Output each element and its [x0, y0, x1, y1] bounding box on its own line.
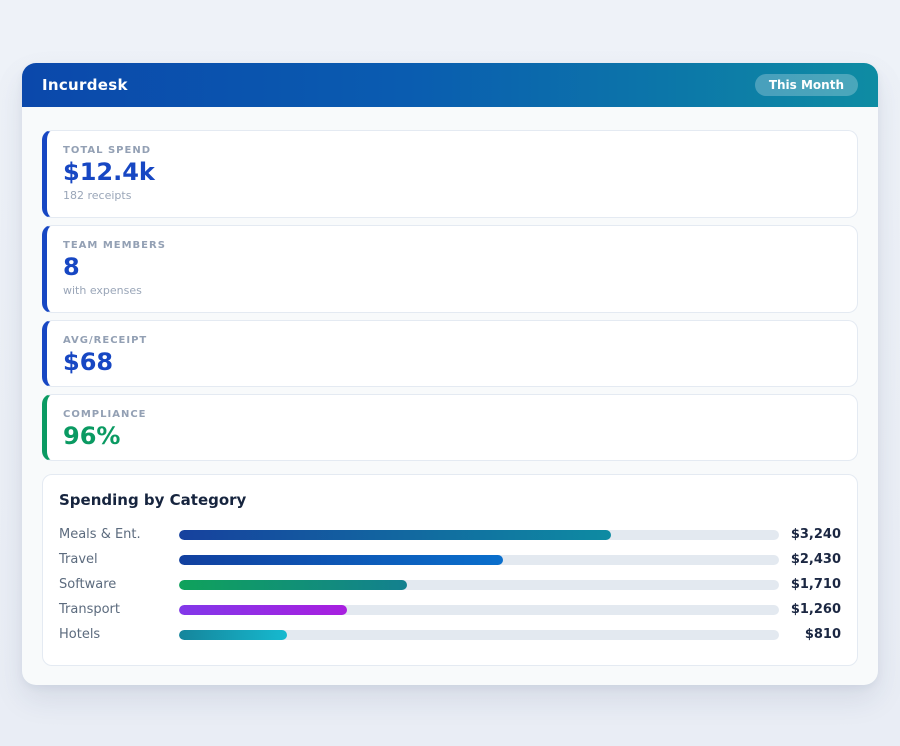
dashboard-body: TOTAL SPEND $12.4k 182 receipts TEAM MEM…: [22, 107, 878, 666]
bar-fill-software: [179, 580, 407, 590]
chart-row-hotels: Hotels $810: [59, 622, 841, 647]
category-value: $3,240: [779, 527, 841, 542]
category-value: $1,260: [779, 602, 841, 617]
stat-value: 96%: [63, 423, 841, 451]
app-header: Incurdesk This Month: [22, 63, 878, 107]
chart-row-software: Software $1,710: [59, 572, 841, 597]
chart-row-meals: Meals & Ent. $3,240: [59, 522, 841, 547]
category-label: Software: [59, 577, 179, 592]
stat-card-total-spend: TOTAL SPEND $12.4k 182 receipts: [42, 130, 858, 218]
stat-value: $12.4k: [63, 159, 841, 187]
bar-track: [179, 555, 779, 565]
chart-title: Spending by Category: [59, 491, 841, 509]
stat-card-team-members: TEAM MEMBERS 8 with expenses: [42, 225, 858, 313]
bar-fill-transport: [179, 605, 347, 615]
bar-fill-meals: [179, 530, 611, 540]
category-label: Hotels: [59, 627, 179, 642]
category-label: Transport: [59, 602, 179, 617]
bar-fill-travel: [179, 555, 503, 565]
dashboard-panel: Incurdesk This Month TOTAL SPEND $12.4k …: [22, 63, 878, 685]
period-badge[interactable]: This Month: [755, 74, 858, 96]
bar-track: [179, 605, 779, 615]
stat-label: TOTAL SPEND: [63, 145, 841, 156]
chart-row-travel: Travel $2,430: [59, 547, 841, 572]
bar-track: [179, 630, 779, 640]
stat-subtitle: with expenses: [63, 284, 841, 297]
stat-value: $68: [63, 349, 841, 377]
category-label: Travel: [59, 552, 179, 567]
bar-track: [179, 530, 779, 540]
stat-label: AVG/RECEIPT: [63, 335, 841, 346]
category-label: Meals & Ent.: [59, 527, 179, 542]
bar-fill-hotels: [179, 630, 287, 640]
app-title: Incurdesk: [42, 76, 128, 94]
stat-card-compliance: COMPLIANCE 96%: [42, 394, 858, 461]
stat-label: COMPLIANCE: [63, 409, 841, 420]
stat-card-avg-receipt: AVG/RECEIPT $68: [42, 320, 858, 387]
chart-row-transport: Transport $1,260: [59, 597, 841, 622]
category-value: $1,710: [779, 577, 841, 592]
stat-value: 8: [63, 254, 841, 282]
category-value: $810: [779, 627, 841, 642]
stat-label: TEAM MEMBERS: [63, 240, 841, 251]
spending-by-category-chart: Spending by Category Meals & Ent. $3,240…: [42, 474, 858, 666]
stat-subtitle: 182 receipts: [63, 189, 841, 202]
category-value: $2,430: [779, 552, 841, 567]
bar-track: [179, 580, 779, 590]
